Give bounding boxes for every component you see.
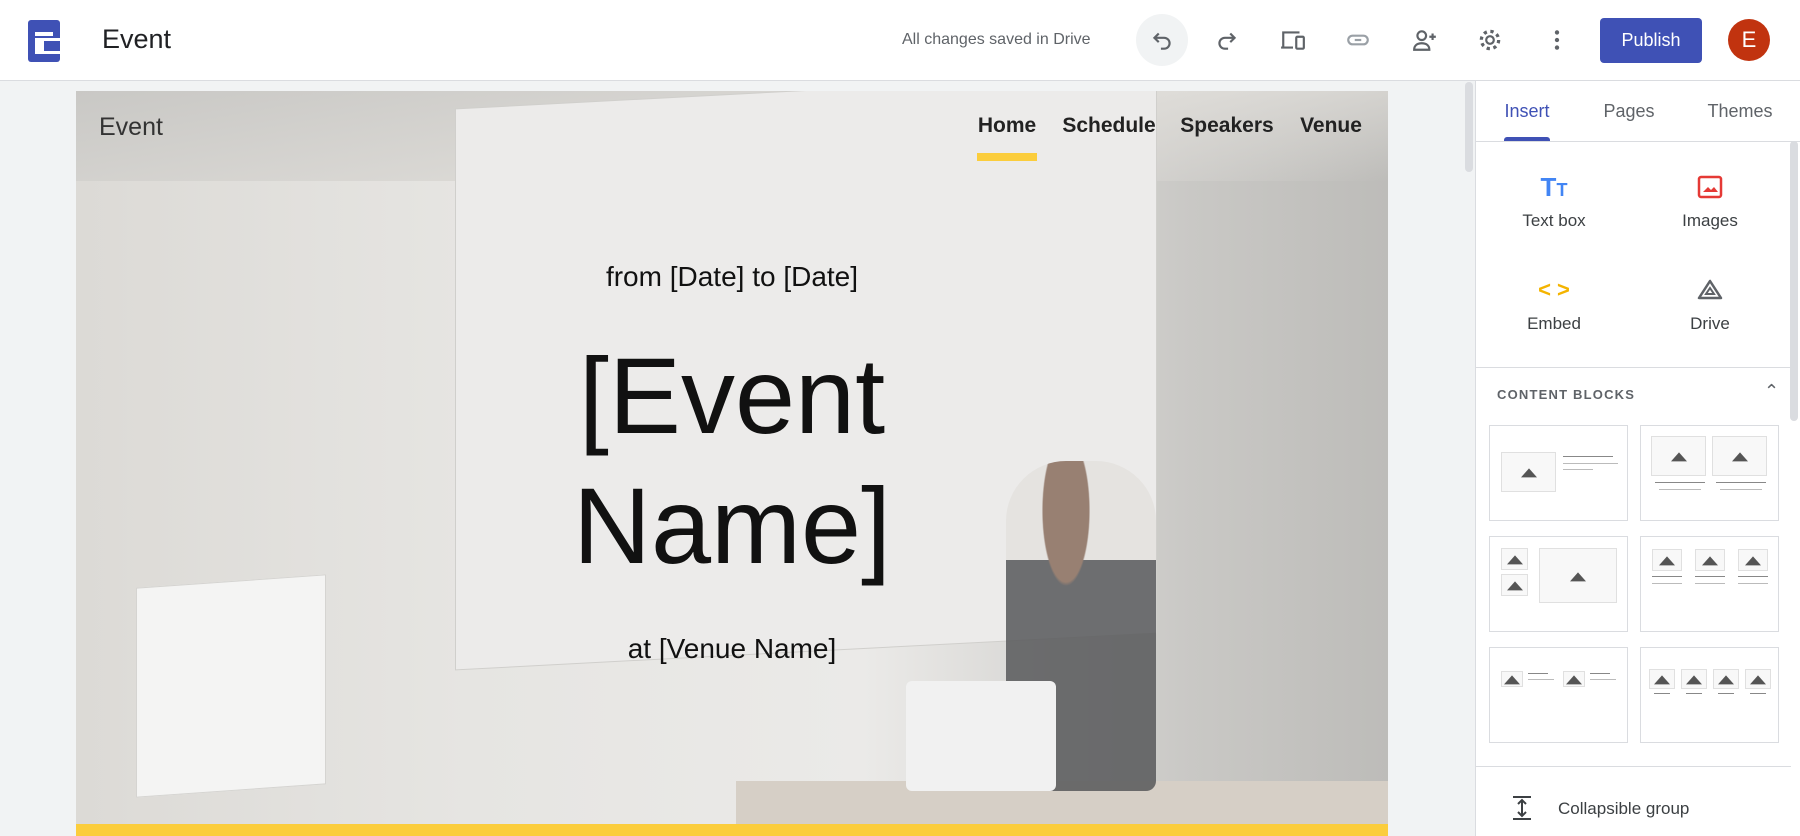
undo-button[interactable] [1136, 14, 1188, 66]
event-dates[interactable]: from [Date] to [Date] [76, 261, 1388, 293]
event-venue[interactable]: at [Venue Name] [76, 633, 1388, 665]
copy-link-button[interactable] [1332, 14, 1384, 66]
content-block-4[interactable] [1640, 536, 1779, 632]
insert-label: Embed [1527, 314, 1581, 333]
tab-pages[interactable]: Pages [1603, 101, 1654, 122]
drive-icon [1630, 276, 1790, 304]
section-divider [1476, 766, 1791, 767]
publish-button[interactable]: Publish [1600, 18, 1702, 63]
settings-icon [1479, 29, 1501, 51]
insert-images[interactable]: Images [1630, 173, 1790, 231]
nav-speakers[interactable]: Speakers [1180, 114, 1273, 138]
content-block-6[interactable] [1640, 647, 1779, 743]
section-divider [1476, 367, 1791, 368]
content-block-5[interactable] [1489, 647, 1628, 743]
nav-active-indicator [977, 153, 1037, 161]
tab-themes[interactable]: Themes [1707, 101, 1772, 122]
more-button[interactable] [1531, 14, 1583, 66]
preview-button[interactable] [1267, 14, 1319, 66]
text-box-icon: TT [1540, 171, 1568, 202]
undo-icon [1152, 32, 1171, 50]
panel-scrollbar[interactable] [1790, 141, 1798, 421]
content-blocks-heading: CONTENT BLOCKS [1497, 387, 1636, 402]
insert-label: Drive [1690, 314, 1730, 333]
insert-embed[interactable]: < > Embed [1474, 276, 1634, 334]
nav-home[interactable]: Home [978, 114, 1036, 138]
site-canvas[interactable]: Event Home Schedule Speakers Venue from … [76, 91, 1388, 836]
sites-logo-icon[interactable] [28, 20, 65, 62]
canvas-scrollbar[interactable] [1465, 82, 1473, 172]
top-bar: Event All changes saved in Drive Publish… [0, 0, 1800, 81]
share-button[interactable] [1399, 14, 1451, 66]
collapsible-group-icon [1510, 795, 1534, 826]
site-header-title[interactable]: Event [99, 113, 163, 142]
content-block-2[interactable] [1640, 425, 1779, 521]
side-panel: Insert Pages Themes TT Text box Images <… [1475, 81, 1800, 836]
event-name-line1[interactable]: [Event [76, 331, 1388, 461]
save-status: All changes saved in Drive [902, 31, 1091, 48]
redo-button[interactable] [1201, 14, 1253, 66]
insert-collapsible-group[interactable]: Collapsible group [1558, 799, 1689, 819]
insert-text-box[interactable]: TT Text box [1474, 171, 1634, 231]
embed-icon: < > [1538, 277, 1570, 302]
link-icon [1347, 34, 1369, 46]
site-name[interactable]: Event [102, 24, 171, 55]
event-name-line2[interactable]: Name] [76, 461, 1388, 591]
photo-whiteboard [136, 574, 326, 798]
more-icon [1554, 30, 1560, 50]
tab-insert[interactable]: Insert [1504, 101, 1549, 122]
preview-icon [1281, 31, 1305, 50]
account-avatar[interactable]: E [1728, 19, 1770, 61]
redo-icon [1218, 32, 1237, 50]
insert-label: Images [1682, 211, 1738, 230]
image-icon [1630, 173, 1790, 201]
share-icon [1413, 30, 1436, 51]
nav-venue[interactable]: Venue [1300, 114, 1362, 138]
photo-laptop [906, 681, 1056, 791]
settings-button[interactable] [1464, 14, 1516, 66]
collapse-chevron-icon[interactable]: ⌃ [1764, 381, 1779, 402]
insert-drive[interactable]: Drive [1630, 276, 1790, 334]
insert-label: Text box [1522, 211, 1586, 230]
content-block-1[interactable] [1489, 425, 1628, 521]
nav-schedule[interactable]: Schedule [1062, 114, 1155, 138]
content-block-3[interactable] [1489, 536, 1628, 632]
tab-divider [1476, 141, 1800, 142]
accent-strip [76, 824, 1388, 836]
